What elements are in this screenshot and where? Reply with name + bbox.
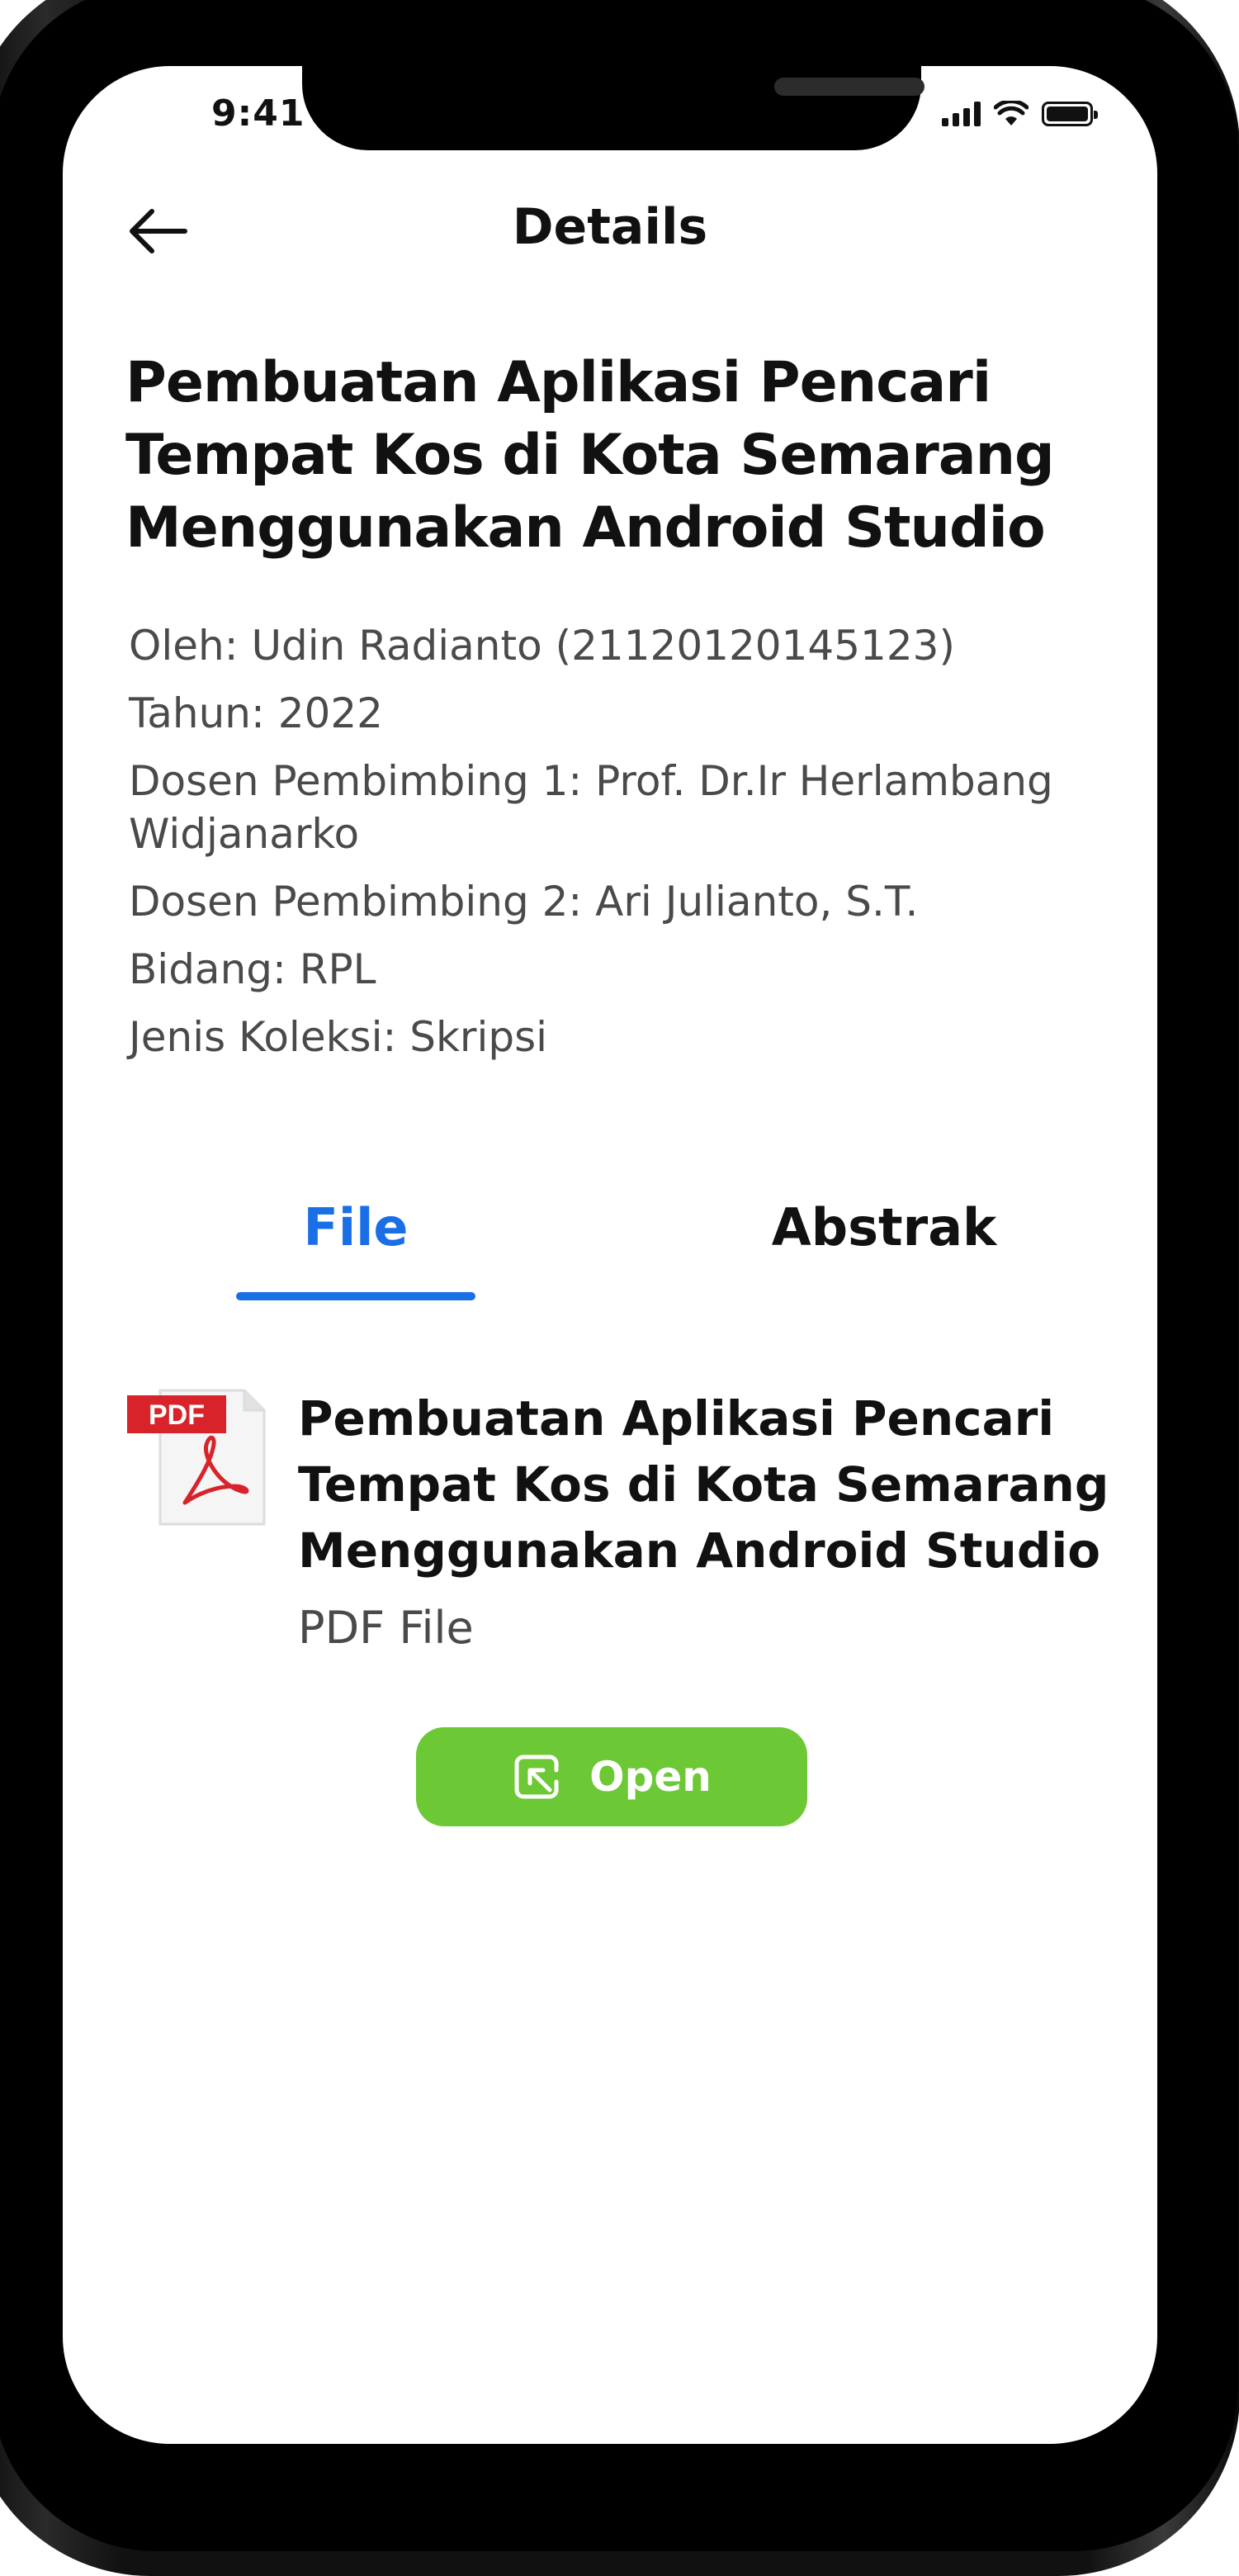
file-title[interactable]: Pembuatan Aplikasi Pencari Tempat Kos di… [298,1385,1140,1584]
notch [302,66,925,150]
file-type: PDF File [298,1602,474,1654]
cellular-signal-icon [942,102,981,126]
document-title: Pembuatan Aplikasi Pencari Tempat Kos di… [125,350,1055,561]
page-title: Details [512,198,708,256]
speaker-grille [774,78,925,96]
open-button-label: Open [589,1753,712,1801]
meta-supervisor-1: Dosen Pembimbing 1: Prof. Dr.Ir Herlamba… [129,757,1053,858]
battery-icon [1042,102,1098,126]
meta-field: Bidang: RPL [129,945,376,993]
open-button[interactable]: Open [416,1727,807,1826]
phone-screen: 9:41 Details Pembuatan Aplikasi Pencari … [63,66,1157,2444]
status-time: 9:41 [211,92,305,135]
pdf-label: PDF [149,1399,205,1431]
tab-file[interactable]: File [236,1197,475,1257]
meta-year: Tahun: 2022 [129,689,383,737]
document-meta: Oleh: Udin Radianto (21120120145123) Tah… [129,619,1136,1078]
wifi-icon [994,101,1029,125]
tab-abstrak[interactable]: Abstrak [748,1197,1020,1257]
open-external-icon [514,1754,559,1799]
meta-supervisor-2: Dosen Pembimbing 2: Ari Julianto, S.T. [129,878,919,926]
meta-collection: Jenis Koleksi: Skripsi [129,1013,548,1061]
pdf-file-icon: PDF [127,1389,266,1526]
active-tab-indicator [236,1292,475,1300]
meta-author: Oleh: Udin Radianto (21120120145123) [129,622,955,670]
status-icons [942,101,1098,127]
